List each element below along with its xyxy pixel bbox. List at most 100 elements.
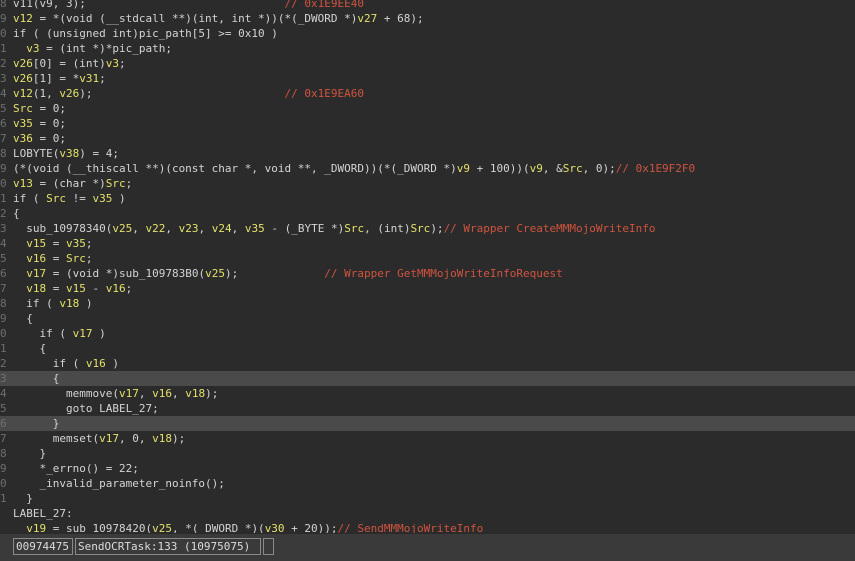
code-line[interactable]: 5 v16 = Src; <box>0 251 855 266</box>
code-variable[interactable]: v25 <box>205 267 225 280</box>
code-line[interactable]: 0 if ( v17 ) <box>0 326 855 341</box>
code-line[interactable]: 2 v26[0] = (int)v3; <box>0 56 855 71</box>
code-variable[interactable]: v16 <box>106 282 126 295</box>
code-variable[interactable]: Src <box>13 102 33 115</box>
code-line[interactable]: 7 memset(v17, 0, v18); <box>0 431 855 446</box>
code-variable[interactable]: v26 <box>13 72 33 85</box>
code-line[interactable]: 1 v3 = (int *)*pic_path; <box>0 41 855 56</box>
code-variable[interactable]: v27 <box>357 12 377 25</box>
code-variable[interactable]: v3 <box>26 42 39 55</box>
status-bar: 00974475 SendOCRTask:133 (10975075) <box>0 533 855 561</box>
code-line[interactable]: v19 = sub_10978420(v25, *(_DWORD *)(v30 … <box>0 521 855 533</box>
code-line[interactable]: 6 v35 = 0; <box>0 116 855 131</box>
code-line[interactable]: 1 } <box>0 491 855 506</box>
code-line[interactable]: 8 v11(v9, 3); // 0x1E9EE40 <box>0 0 855 11</box>
code-line[interactable]: 3 v26[1] = *v31; <box>0 71 855 86</box>
code-line[interactable]: 6 v17 = (void *)sub_109783B0(v25); // Wr… <box>0 266 855 281</box>
code-variable[interactable]: v18 <box>26 282 46 295</box>
code-variable[interactable]: Src <box>46 192 66 205</box>
code-variable[interactable]: v16 <box>26 252 46 265</box>
code-variable[interactable]: v36 <box>13 132 33 145</box>
code-line[interactable]: 2 if ( v16 ) <box>0 356 855 371</box>
code-variable[interactable]: v17 <box>99 432 119 445</box>
line-number: 1 <box>0 492 7 505</box>
code-variable[interactable]: v12 <box>13 87 33 100</box>
code-variable[interactable]: v17 <box>26 267 46 280</box>
code-variable[interactable]: v24 <box>212 222 232 235</box>
code-variable[interactable]: v15 <box>26 237 46 250</box>
code-line[interactable]: 4 memmove(v17, v16, v18); <box>0 386 855 401</box>
line-number: 5 <box>0 402 7 415</box>
code-line[interactable]: 5 goto LABEL_27; <box>0 401 855 416</box>
code-line[interactable]: 0 _invalid_parameter_noinfo(); <box>0 476 855 491</box>
code-variable[interactable]: v35 <box>13 117 33 130</box>
code-variable[interactable]: v22 <box>145 222 165 235</box>
code-comment: // 0x1E9EE40 <box>85 0 365 10</box>
code-line[interactable]: 4 v12(1, v26); // 0x1E9EA60 <box>0 86 855 101</box>
code-text: v26[0] = (int)v3; <box>13 56 126 71</box>
code-variable[interactable]: v30 <box>265 522 285 533</box>
code-line[interactable]: 1 { <box>0 341 855 356</box>
code-variable[interactable]: v35 <box>245 222 265 235</box>
code-line[interactable]: 9 v12 = *(void (__stdcall **)(int, int *)… <box>0 11 855 26</box>
code-token: } <box>13 447 47 460</box>
code-variable[interactable]: v35 <box>66 237 86 250</box>
code-line[interactable]: 8 if ( v18 ) <box>0 296 855 311</box>
code-line[interactable]: 5 Src = 0; <box>0 101 855 116</box>
code-variable[interactable]: v18 <box>152 432 172 445</box>
code-variable[interactable]: v3 <box>106 57 119 70</box>
code-variable[interactable]: v9 <box>530 162 543 175</box>
code-variable[interactable]: Src <box>410 222 430 235</box>
code-variable[interactable]: Src <box>66 252 86 265</box>
code-token: , 0); <box>582 162 616 175</box>
code-variable[interactable]: v26 <box>13 57 33 70</box>
code-line[interactable]: 8 } <box>0 446 855 461</box>
code-token: = 0; <box>32 132 66 145</box>
code-token: ; <box>125 282 133 295</box>
code-variable[interactable]: v23 <box>179 222 199 235</box>
code-line[interactable]: 9 *_errno() = 22; <box>0 461 855 476</box>
code-line[interactable]: 7 v36 = 0; <box>0 131 855 146</box>
code-line[interactable]: 0 if ( (unsigned int)pic_path[5] >= 0x10 … <box>0 26 855 41</box>
code-line[interactable]: 9 (*(void (__thiscall **)(const char *, v… <box>0 161 855 176</box>
code-variable[interactable]: v19 <box>26 522 46 533</box>
code-variable[interactable]: v16 <box>152 387 172 400</box>
status-address[interactable]: 00974475 <box>13 538 73 555</box>
code-line-highlighted[interactable]: 6 } <box>0 416 855 431</box>
code-variable[interactable]: v25 <box>152 522 172 533</box>
code-line[interactable]: 4 v15 = v35; <box>0 236 855 251</box>
code-variable[interactable]: v18 <box>185 387 205 400</box>
code-variable[interactable]: v38 <box>59 147 79 160</box>
code-variable[interactable]: v26 <box>59 87 79 100</box>
code-variable[interactable]: v31 <box>79 72 99 85</box>
code-variable[interactable]: Src <box>106 177 126 190</box>
code-line[interactable]: 3 sub_10978340(v25, v22, v23, v24, v35 -… <box>0 221 855 236</box>
code-variable[interactable]: v16 <box>86 357 106 370</box>
status-extra-field[interactable] <box>263 538 274 555</box>
code-line[interactable]: 7 v18 = v15 - v16; <box>0 281 855 296</box>
code-token: = <box>46 282 66 295</box>
line-number: 4 <box>0 87 7 100</box>
code-variable[interactable]: v12 <box>13 12 33 25</box>
pseudocode-editor[interactable]: 8 v11(v9, 3); // 0x1E9EE40 9 v12 = *(void (… <box>0 0 855 533</box>
code-line-highlighted[interactable]: 3 { <box>0 371 855 386</box>
line-number: 3 <box>0 72 7 85</box>
code-variable[interactable]: v17 <box>73 327 93 340</box>
code-line[interactable]: 1 if ( Src != v35 ) <box>0 191 855 206</box>
code-variable[interactable]: v9 <box>457 162 470 175</box>
code-variable[interactable]: Src <box>344 222 364 235</box>
code-line[interactable]: LABEL_27: <box>0 506 855 521</box>
code-line[interactable]: 8 LOBYTE(v38) = 4; <box>0 146 855 161</box>
code-variable[interactable]: v17 <box>119 387 139 400</box>
code-variable[interactable]: v13 <box>13 177 33 190</box>
code-line[interactable]: 9 { <box>0 311 855 326</box>
code-line[interactable]: 2{ <box>0 206 855 221</box>
status-function-location[interactable]: SendOCRTask:133 (10975075) <box>75 538 261 555</box>
code-line[interactable]: 0 v13 = (char *)Src; <box>0 176 855 191</box>
code-variable[interactable]: v35 <box>93 192 113 205</box>
code-variable[interactable]: Src <box>563 162 583 175</box>
code-variable[interactable]: v15 <box>66 282 86 295</box>
code-variable[interactable]: v25 <box>112 222 132 235</box>
code-token: ); <box>171 432 186 445</box>
code-variable[interactable]: v18 <box>59 297 79 310</box>
